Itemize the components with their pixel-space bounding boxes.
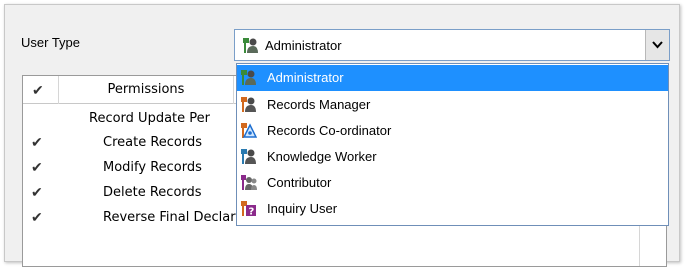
user-permissions-panel: User Type Administrator ✔ Permissions Re… (4, 4, 680, 267)
knowledge-worker-icon (241, 149, 256, 164)
row-label: Modify Records (103, 160, 202, 175)
user-type-dropdown-list[interactable]: Administrator Records Manager Records Co… (236, 63, 669, 226)
combobox-dropdown-button[interactable] (645, 30, 669, 60)
row-checkmark-icon[interactable]: ✔ (31, 159, 43, 176)
row-checkmark-icon[interactable]: ✔ (31, 134, 43, 151)
row-label: Delete Records (103, 185, 202, 200)
option-label: Records Manager (267, 97, 371, 112)
option-label: Administrator (267, 70, 344, 85)
administrator-icon (241, 70, 256, 85)
check-column-header[interactable]: ✔ (23, 76, 59, 104)
dropdown-option-administrator[interactable]: Administrator (237, 65, 668, 91)
user-type-selected-value: Administrator (265, 38, 342, 53)
contributor-icon (241, 175, 257, 190)
option-label: Contributor (267, 175, 332, 190)
dropdown-option-inquiry-user[interactable]: ? Inquiry User (237, 196, 668, 222)
svg-text:?: ? (249, 207, 255, 218)
row-checkmark-icon[interactable]: ✔ (31, 184, 43, 201)
dropdown-option-records-coordinator[interactable]: Records Co-ordinator (237, 118, 668, 144)
chevron-down-icon (652, 41, 663, 49)
permissions-column-header[interactable]: Permissions (59, 76, 234, 104)
inquiry-user-icon: ? (241, 201, 256, 218)
option-label: Knowledge Worker (267, 149, 377, 164)
user-type-combobox[interactable]: Administrator (234, 29, 670, 61)
check-header-icon: ✔ (32, 82, 44, 98)
dropdown-option-knowledge-worker[interactable]: Knowledge Worker (237, 144, 668, 170)
dropdown-option-records-manager[interactable]: Records Manager (237, 92, 668, 118)
option-label: Inquiry User (267, 201, 338, 216)
records-coordinator-icon (241, 123, 257, 138)
administrator-icon (243, 38, 258, 53)
option-label: Records Co-ordinator (267, 123, 392, 138)
row-checkmark-icon[interactable]: ✔ (31, 209, 43, 226)
row-label: Record Update Per (89, 111, 210, 126)
records-manager-icon (241, 97, 256, 112)
dropdown-option-contributor[interactable]: Contributor (237, 170, 668, 196)
user-type-label: User Type (21, 35, 81, 50)
row-label: Create Records (103, 135, 203, 150)
